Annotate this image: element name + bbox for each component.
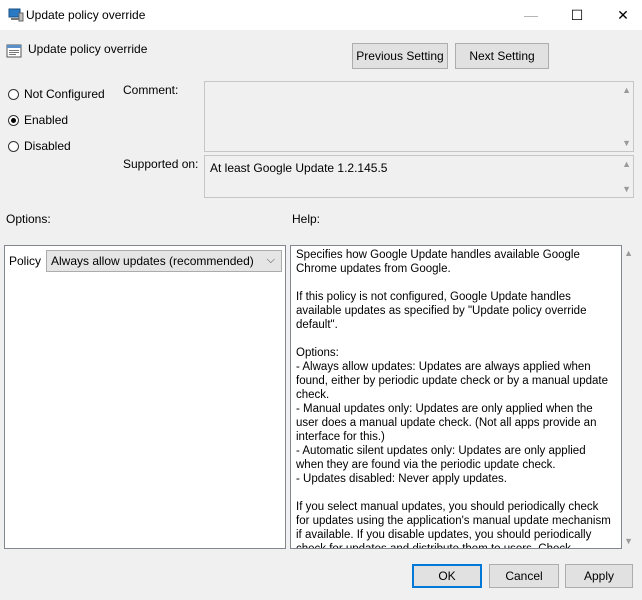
minimize-icon: — (524, 7, 538, 23)
ok-button[interactable]: OK (412, 564, 482, 588)
radio-label: Disabled (24, 139, 71, 153)
close-button[interactable]: ✕ (600, 0, 642, 30)
radio-button[interactable] (8, 114, 19, 126)
policy-window-icon (8, 8, 24, 22)
window-title: Update policy override (26, 8, 146, 22)
radio-button[interactable] (8, 88, 19, 100)
radio-disabled[interactable]: Disabled (8, 139, 71, 153)
radio-button[interactable] (8, 140, 19, 152)
scroll-down-icon[interactable]: ▼ (622, 184, 631, 194)
help-label: Help: (292, 212, 321, 226)
help-scrollbar[interactable]: ▲ ▼ (622, 245, 636, 549)
maximize-button[interactable]: ☐ (554, 0, 600, 30)
radio-enabled[interactable]: Enabled (8, 113, 68, 127)
radio-not-configured[interactable]: Not Configured (8, 87, 105, 101)
supported-on-field[interactable]: At least Google Update 1.2.145.5 ▲ ▼ (204, 155, 634, 198)
options-label: Options: (6, 212, 51, 226)
close-icon: ✕ (617, 6, 629, 23)
help-panel: Specifies how Google Update handles avai… (290, 245, 622, 549)
supported-on-label: Supported on: (123, 157, 199, 171)
options-panel: Policy Always allow updates (recommended… (4, 245, 286, 549)
help-text: Specifies how Google Update handles avai… (291, 246, 621, 549)
scroll-down-icon[interactable]: ▼ (622, 138, 631, 148)
comment-field[interactable]: ▲ ▼ (204, 81, 634, 152)
scroll-down-icon[interactable]: ▼ (624, 536, 633, 546)
setting-title: Update policy override (28, 42, 148, 56)
policy-label: Policy (9, 254, 42, 268)
radio-label: Not Configured (24, 87, 105, 101)
scroll-up-icon[interactable]: ▲ (624, 248, 633, 258)
scroll-up-icon[interactable]: ▲ (622, 159, 631, 169)
apply-button[interactable]: Apply (565, 564, 633, 588)
supported-on-value: At least Google Update 1.2.145.5 (210, 161, 388, 175)
cancel-button[interactable]: Cancel (489, 564, 559, 588)
policy-dropdown-value: Always allow updates (recommended) (51, 254, 254, 268)
policy-dropdown[interactable]: Always allow updates (recommended) ⌵ (46, 250, 282, 272)
next-setting-button[interactable]: Next Setting (455, 43, 549, 69)
comment-label: Comment: (123, 83, 179, 97)
help-paragraph: If you select manual updates, you should… (296, 501, 611, 549)
setting-icon (6, 44, 22, 58)
minimize-button[interactable]: — (508, 0, 554, 30)
help-paragraph: Options: - Always allow updates: Updates… (296, 347, 608, 485)
scroll-up-icon[interactable]: ▲ (622, 85, 631, 95)
previous-setting-button[interactable]: Previous Setting (352, 43, 448, 69)
help-paragraph: If this policy is not configured, Google… (296, 291, 587, 331)
help-paragraph: Specifies how Google Update handles avai… (296, 249, 580, 275)
maximize-icon: ☐ (570, 6, 584, 23)
chevron-down-icon: ⌵ (266, 254, 275, 266)
comment-value (205, 82, 633, 88)
radio-label: Enabled (24, 113, 69, 127)
